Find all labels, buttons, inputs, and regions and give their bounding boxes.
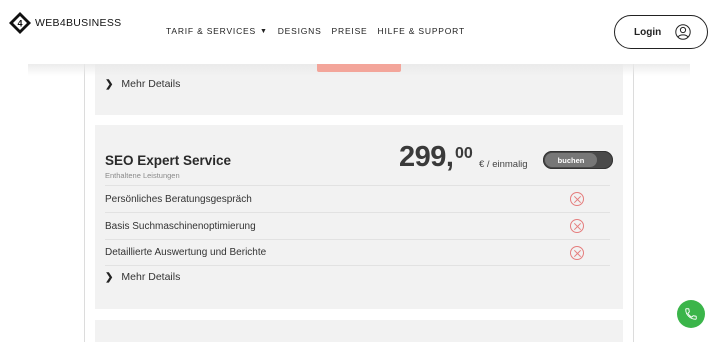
feature-row: Detaillierte Auswertung und Berichte	[105, 239, 610, 266]
feature-row: Persönliches Beratungsgespräch	[105, 185, 610, 212]
service-title: SEO Expert Service	[105, 153, 232, 168]
more-details-label: Mehr Details	[121, 78, 181, 90]
chevron-right-icon: ❯	[105, 271, 114, 283]
price-decimal: 00	[455, 145, 473, 162]
price-integer: 299,	[399, 141, 454, 173]
book-button[interactable]: buchen	[543, 151, 613, 169]
service-subtitle: Enthaltene Leistungen	[105, 171, 180, 180]
login-label: Login	[634, 26, 662, 38]
logo-text: WEB4BUSINESS	[35, 17, 122, 29]
site-header: 4 WEB4BUSINESS TARIF & SERVICES ▼ DESIGN…	[0, 0, 720, 64]
book-button-label: buchen	[545, 153, 597, 167]
phone-call-button[interactable]	[677, 300, 705, 328]
more-details-label: Mehr Details	[121, 271, 181, 283]
nav-item-label: TARIF & SERVICES	[166, 26, 256, 36]
feature-label: Detaillierte Auswertung und Berichte	[105, 247, 267, 258]
more-details-link[interactable]: ❯ Mehr Details	[105, 271, 180, 283]
svg-text:4: 4	[17, 19, 22, 29]
logo-mark-icon: 4	[9, 12, 31, 34]
x-circle-icon	[570, 245, 584, 260]
seo-service-card: SEO Expert Service Enthaltene Leistungen…	[95, 125, 623, 309]
nav-item-tarif-services[interactable]: TARIF & SERVICES ▼	[166, 26, 268, 36]
user-icon	[675, 24, 691, 40]
chevron-down-icon: ▼	[259, 27, 268, 35]
more-details-link[interactable]: ❯ Mehr Details	[105, 78, 180, 90]
hidden-cta-button[interactable]	[317, 64, 401, 72]
nav-item-designs[interactable]: DESIGNS	[278, 26, 322, 36]
nav-item-label: DESIGNS	[277, 26, 322, 36]
logo[interactable]: 4 WEB4BUSINESS	[9, 12, 121, 34]
x-circle-icon	[570, 192, 584, 206]
x-circle-icon	[570, 219, 584, 233]
price-unit: € / einmalig	[479, 159, 528, 170]
login-button[interactable]: Login	[614, 15, 708, 49]
feature-row: Basis Suchmaschinenoptimierung	[105, 212, 610, 239]
nav-item-preise[interactable]: PREISE	[332, 26, 368, 36]
nav-item-label: HILFE & SUPPORT	[377, 26, 465, 36]
next-service-card	[95, 320, 623, 342]
feature-label: Persönliches Beratungsgespräch	[105, 193, 252, 205]
chevron-right-icon: ❯	[105, 78, 114, 90]
nav-item-label: PREISE	[331, 26, 368, 36]
feature-label: Basis Suchmaschinenoptimierung	[105, 220, 256, 232]
main-nav: TARIF & SERVICES ▼ DESIGNS PREISE HILFE …	[166, 26, 465, 36]
feature-list: Persönliches Beratungsgespräch Basis Suc…	[105, 185, 610, 266]
phone-icon	[685, 308, 697, 320]
nav-item-hilfe-support[interactable]: HILFE & SUPPORT	[378, 26, 465, 36]
